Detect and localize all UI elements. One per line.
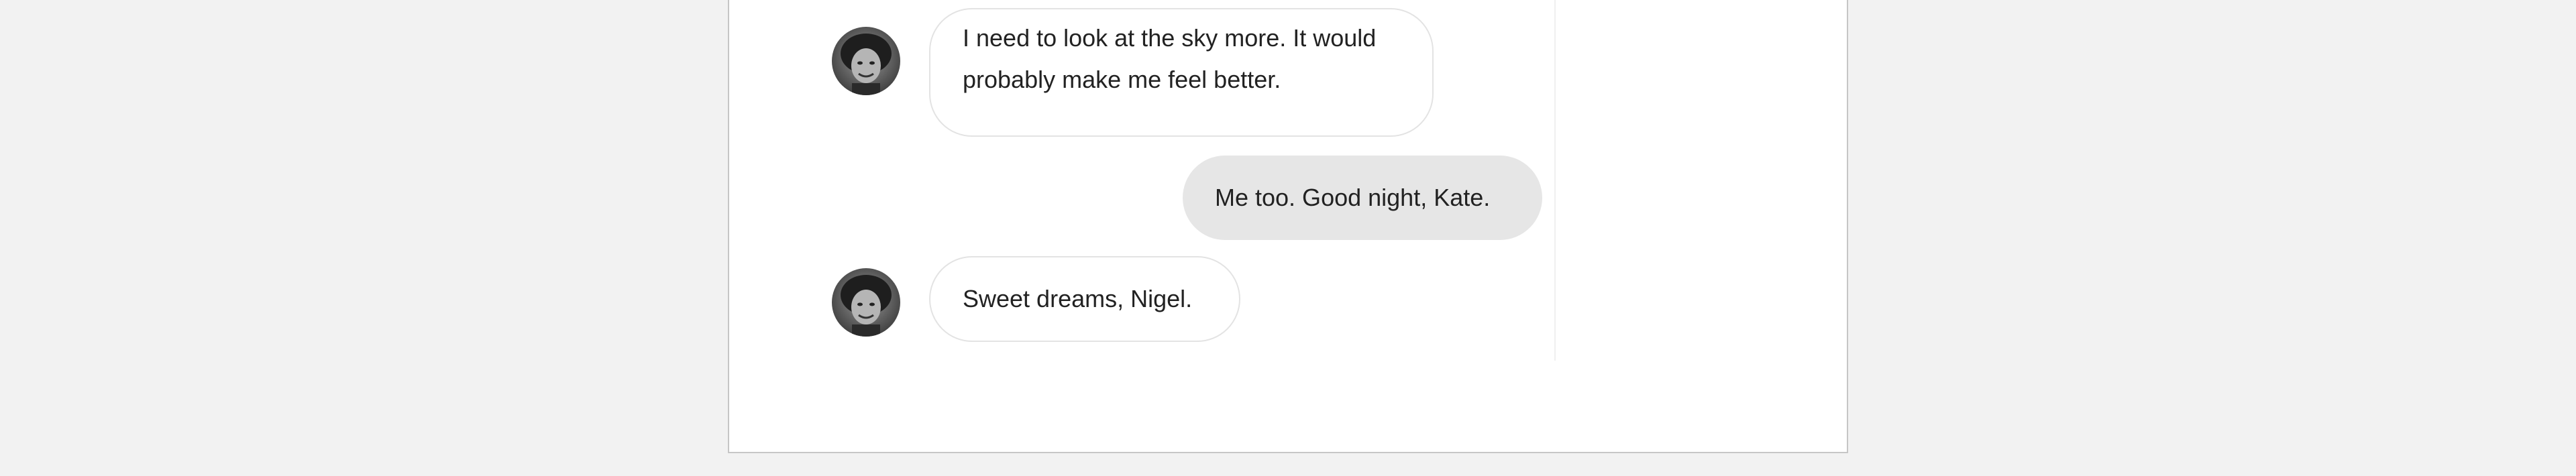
message-bubble-incoming: I need to look at the sky more. It would… bbox=[929, 8, 1434, 137]
message-text: I need to look at the sky more. It would… bbox=[963, 24, 1377, 93]
message-text: Sweet dreams, Nigel. bbox=[963, 285, 1193, 312]
chat-panel: I need to look at the sky more. It would… bbox=[728, 0, 1848, 453]
message-bubble-outgoing: Me too. Good night, Kate. bbox=[1183, 156, 1542, 240]
kate-avatar-icon[interactable] bbox=[832, 27, 900, 95]
message-bubble-incoming: Sweet dreams, Nigel. bbox=[929, 256, 1240, 342]
message-text: Me too. Good night, Kate. bbox=[1215, 184, 1491, 211]
kate-avatar-icon[interactable] bbox=[832, 268, 900, 337]
panel-divider bbox=[1554, 0, 1556, 361]
